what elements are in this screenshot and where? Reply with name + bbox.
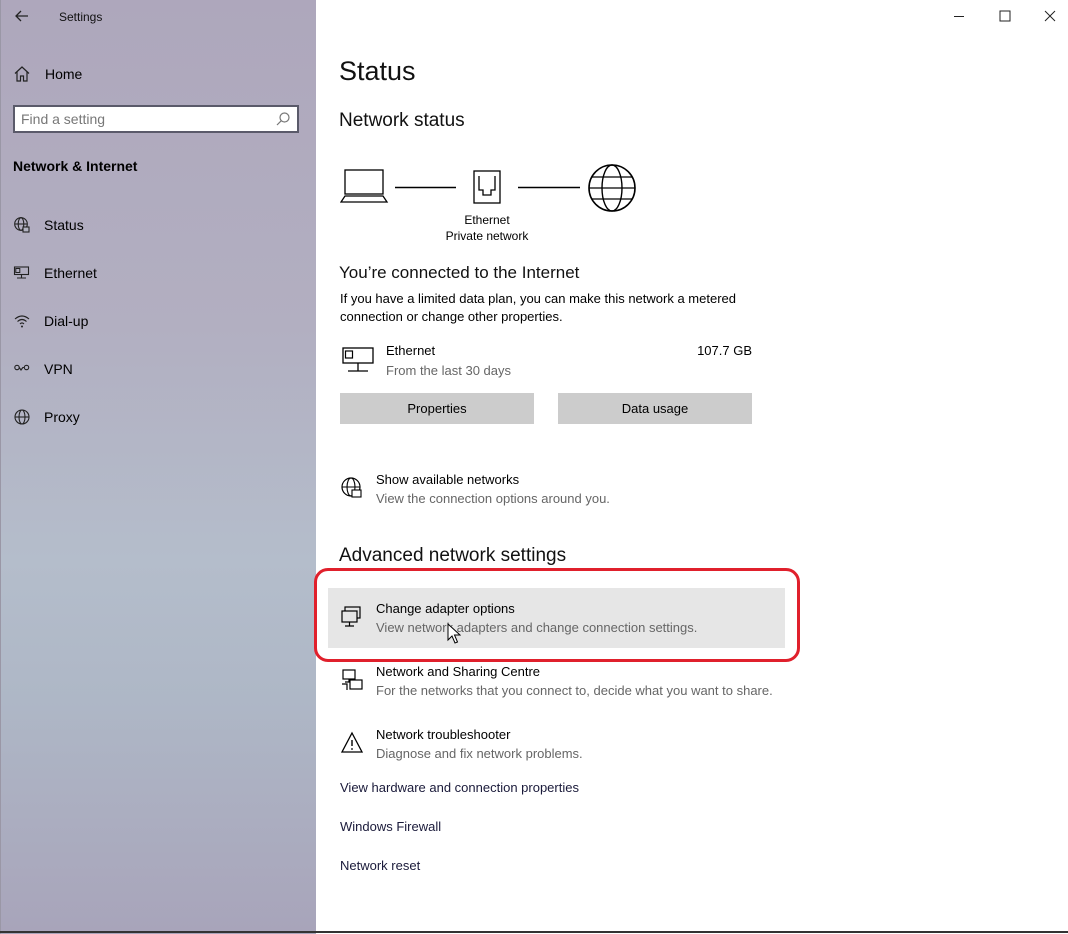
- search-icon[interactable]: [273, 109, 293, 129]
- sharing-centre-title: Network and Sharing Centre: [376, 664, 541, 679]
- connected-heading: You’re connected to the Internet: [339, 263, 580, 282]
- troubleshooter-desc: Diagnose and fix network problems.: [376, 746, 583, 761]
- network-diagram: Ethernet Private network: [340, 162, 640, 252]
- ethernet-icon: [13, 264, 31, 282]
- sidebar-item-status[interactable]: Status: [13, 213, 303, 237]
- connection-summary: Ethernet From the last 30 days 107.7 GB: [340, 342, 752, 382]
- troubleshooter-title: Network troubleshooter: [376, 727, 511, 742]
- show-networks-desc: View the connection options around you.: [376, 491, 610, 506]
- sidebar-item-label: VPN: [44, 361, 73, 377]
- connected-description: If you have a limited data plan, you can…: [340, 291, 736, 324]
- sidebar-item-label: Dial-up: [44, 313, 89, 329]
- change-adapter-desc: View network adapters and change connect…: [376, 620, 698, 635]
- warning-icon: [340, 731, 364, 753]
- sidebar-item-vpn[interactable]: VPN: [13, 357, 303, 381]
- diagram-label-adapter: Ethernet: [464, 213, 510, 227]
- diagram-label-network: Private network: [445, 229, 529, 243]
- change-adapter-options[interactable]: Change adapter options View network adap…: [340, 601, 800, 641]
- sidebar-item-label: Status: [44, 217, 84, 233]
- network-reset-link[interactable]: Network reset: [340, 858, 420, 873]
- sidebar-item-dialup[interactable]: Dial-up: [13, 309, 303, 333]
- data-usage-value: 107.7 GB: [697, 343, 752, 358]
- sidebar-item-proxy[interactable]: Proxy: [13, 405, 303, 429]
- ethernet-port-icon: [473, 170, 501, 204]
- connection-period: From the last 30 days: [386, 363, 511, 378]
- back-arrow-icon: [15, 10, 28, 22]
- dialup-icon: [13, 312, 31, 330]
- search-input[interactable]: [15, 108, 273, 130]
- show-available-networks[interactable]: Show available networks View the connect…: [340, 472, 800, 512]
- window-bottom-border: [0, 931, 1068, 933]
- advanced-settings-heading: Advanced network settings: [339, 545, 567, 566]
- diagram-label: Ethernet Private network: [427, 213, 547, 243]
- sharing-centre-icon: [342, 669, 363, 690]
- internet-globe-icon: [588, 164, 636, 212]
- sidebar-item-label: Proxy: [44, 409, 80, 425]
- globe-icon: [13, 408, 31, 426]
- network-status-heading: Network status: [339, 110, 465, 131]
- globe-network-icon: [13, 216, 31, 234]
- network-troubleshooter[interactable]: Network troubleshooter Diagnose and fix …: [340, 727, 800, 767]
- sharing-centre-desc: For the networks that you connect to, de…: [376, 683, 773, 698]
- sidebar-section-title: Network & Internet: [13, 158, 138, 174]
- app-title: Settings: [59, 10, 103, 24]
- main-content: Status Network status Ethernet Private n…: [314, 0, 1068, 934]
- sidebar: Settings Home Network & Internet Status: [0, 0, 316, 934]
- globe-network-icon: [341, 477, 362, 498]
- network-adapter-icon: [341, 606, 361, 627]
- network-sharing-centre[interactable]: Network and Sharing Centre For the netwo…: [340, 664, 800, 704]
- show-networks-title: Show available networks: [376, 472, 520, 487]
- data-usage-button[interactable]: Data usage: [558, 393, 752, 424]
- sidebar-item-label: Ethernet: [44, 265, 97, 281]
- mouse-cursor-icon: [447, 623, 461, 644]
- windows-firewall-link[interactable]: Windows Firewall: [340, 819, 441, 834]
- page-title: Status: [339, 56, 416, 86]
- view-hardware-link[interactable]: View hardware and connection properties: [340, 780, 579, 795]
- home-icon: [14, 66, 30, 82]
- ethernet-icon: [342, 347, 374, 372]
- search-box[interactable]: [13, 105, 299, 133]
- properties-button[interactable]: Properties: [340, 393, 534, 424]
- back-button[interactable]: [11, 5, 33, 27]
- connection-name: Ethernet: [386, 343, 436, 358]
- sidebar-home[interactable]: Home: [13, 62, 82, 86]
- sidebar-item-ethernet[interactable]: Ethernet: [13, 261, 303, 285]
- vpn-icon: [13, 360, 31, 378]
- change-adapter-title: Change adapter options: [376, 601, 515, 616]
- laptop-icon: [340, 169, 389, 203]
- sidebar-home-label: Home: [45, 66, 83, 82]
